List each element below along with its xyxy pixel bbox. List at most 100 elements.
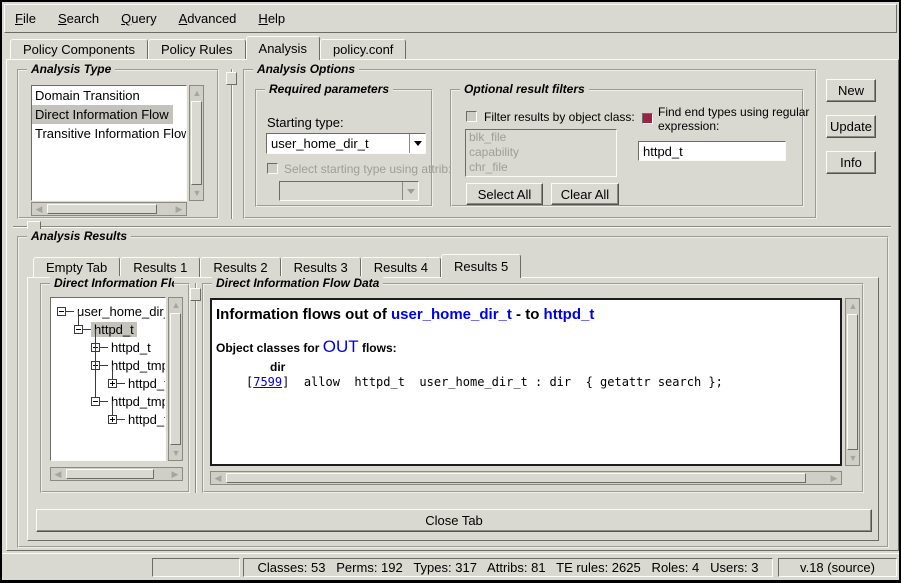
tree-node[interactable]: httpd_t xyxy=(51,338,165,356)
analysis-results-panel: Analysis Results Empty Tab Results 1 Res… xyxy=(17,236,889,548)
list-item[interactable]: Transitive Information Flow xyxy=(32,124,186,143)
clear-all-button[interactable]: Clear All xyxy=(551,183,619,205)
scroll-right-icon[interactable]: ▶ xyxy=(827,471,841,485)
tree-node-label[interactable]: httpd_tmp_t xyxy=(108,358,166,373)
menu-file-mnemonic: F xyxy=(15,11,23,26)
tree-node[interactable]: httpd_tmpfs_t xyxy=(51,392,165,410)
scroll-thumb[interactable] xyxy=(66,469,154,479)
optional-result-filters-title: Optional result filters xyxy=(460,82,589,96)
menu-search[interactable]: Search xyxy=(58,11,99,26)
tree-expander-minus-icon[interactable] xyxy=(91,397,100,406)
update-button[interactable]: Update xyxy=(826,115,876,138)
tree-node-label[interactable]: httpd_t xyxy=(108,340,154,355)
chevron-down-icon xyxy=(414,141,422,146)
object-class-name: dir xyxy=(212,357,840,374)
tab-policy-rules[interactable]: Policy Rules xyxy=(148,39,246,60)
optional-result-filters-panel: Optional result filters Filter results b… xyxy=(450,89,804,207)
tab-results-5[interactable]: Results 5 xyxy=(441,254,521,278)
tab-analysis[interactable]: Analysis xyxy=(246,36,320,60)
classes-suffix: flows: xyxy=(359,341,397,355)
analysis-tab-page: Analysis Type Domain Transition Direct I… xyxy=(6,59,899,551)
scroll-up-icon[interactable]: ▲ xyxy=(846,299,860,313)
list-item[interactable]: Domain Transition xyxy=(32,86,186,105)
tree-expander-plus-icon[interactable] xyxy=(108,379,117,388)
flow-tree[interactable]: user_home_dir_t httpd_t httpd_t httpd_tm… xyxy=(50,297,166,461)
tab-results-3[interactable]: Results 3 xyxy=(281,257,361,278)
pane-sash-vertical[interactable] xyxy=(195,283,197,493)
rule-line: [7599] allow httpd_t user_home_dir_t : d… xyxy=(212,374,840,389)
attrib-checkbox[interactable] xyxy=(267,163,278,174)
scroll-thumb[interactable] xyxy=(847,314,858,450)
tree-node-label[interactable]: httpd_t xyxy=(125,412,166,427)
tree-node[interactable]: httpd_tmp_t xyxy=(51,356,165,374)
tree-connector xyxy=(100,347,108,348)
tree-node[interactable]: httpd_t xyxy=(51,320,165,338)
rule-number-link[interactable]: 7599 xyxy=(253,375,282,389)
object-class-list: blk_file capability chr_file xyxy=(465,129,617,177)
tree-expander-minus-icon[interactable] xyxy=(74,325,83,334)
scroll-up-icon[interactable]: ▲ xyxy=(190,86,204,100)
analysis-type-list[interactable]: Domain Transition Direct Information Flo… xyxy=(31,85,187,201)
tree-node-label[interactable]: user_home_dir_t xyxy=(74,304,166,319)
flow-data-hscrollbar[interactable]: ◀ ▶ xyxy=(210,471,842,485)
scroll-down-icon[interactable]: ▼ xyxy=(846,451,860,465)
tree-connector xyxy=(100,365,108,366)
scroll-right-icon[interactable]: ▶ xyxy=(172,202,186,216)
status-policy-version: v.18 (source) xyxy=(778,558,897,577)
scroll-down-icon[interactable]: ▼ xyxy=(169,446,183,460)
scroll-left-icon[interactable]: ◀ xyxy=(211,471,225,485)
tree-node[interactable]: httpd_t xyxy=(51,410,165,428)
menu-advanced[interactable]: Advanced xyxy=(179,11,237,26)
filter-object-class-checkbox[interactable] xyxy=(466,111,477,122)
select-all-button[interactable]: Select All xyxy=(466,183,543,205)
tab-policy-conf[interactable]: policy.conf xyxy=(320,39,406,60)
tree-expander-plus-icon[interactable] xyxy=(108,415,117,424)
pane-sash-vertical[interactable] xyxy=(231,69,233,219)
scroll-thumb[interactable] xyxy=(47,204,157,214)
menu-query[interactable]: Query xyxy=(121,11,156,26)
tab-empty-tab[interactable]: Empty Tab xyxy=(33,257,120,278)
flow-tree-vscrollbar[interactable]: ▲ ▼ xyxy=(168,297,183,461)
scroll-right-icon[interactable]: ▶ xyxy=(168,467,182,481)
scroll-up-icon[interactable]: ▲ xyxy=(169,298,183,312)
scroll-thumb[interactable] xyxy=(191,101,202,185)
tree-node[interactable]: httpd_t xyxy=(51,374,165,392)
scroll-left-icon[interactable]: ◀ xyxy=(32,202,46,216)
combo-dropdown-button[interactable] xyxy=(409,134,425,153)
tab-results-1[interactable]: Results 1 xyxy=(120,257,200,278)
regex-checkbox[interactable] xyxy=(642,113,653,124)
tree-node-label-selected[interactable]: httpd_t xyxy=(91,322,137,337)
tree-expander-minus-icon[interactable] xyxy=(57,307,66,316)
analysis-type-hscrollbar[interactable]: ◀ ▶ xyxy=(31,202,187,216)
pane-sash-horizontal[interactable] xyxy=(13,226,891,228)
scroll-thumb[interactable] xyxy=(170,313,181,445)
analysis-results-title: Analysis Results xyxy=(27,229,131,243)
menu-file[interactable]: File xyxy=(15,11,36,26)
pane-sash-handle[interactable] xyxy=(226,72,237,85)
regex-input[interactable]: httpd_t xyxy=(638,141,786,161)
flow-data-vscrollbar[interactable]: ▲ ▼ xyxy=(845,298,860,466)
tree-node-label[interactable]: httpd_t xyxy=(125,376,166,391)
starting-type-combobox[interactable]: user_home_dir_t xyxy=(266,133,426,154)
menu-help[interactable]: Help xyxy=(258,11,285,26)
status-policy-stats: Classes: 53 Perms: 192 Types: 317 Attrib… xyxy=(243,558,773,577)
info-button[interactable]: Info xyxy=(826,151,876,174)
scroll-down-icon[interactable]: ▼ xyxy=(190,186,204,200)
tab-results-2[interactable]: Results 2 xyxy=(200,257,280,278)
flow-start-type: user_home_dir_t xyxy=(391,306,512,323)
flow-tree-panel: Direct Information Flow Tree user_home_d… xyxy=(40,283,190,493)
analysis-type-vscrollbar[interactable]: ▲ ▼ xyxy=(189,85,204,201)
tree-node[interactable]: user_home_dir_t xyxy=(51,302,165,320)
flow-data-text[interactable]: Information flows out of user_home_dir_t… xyxy=(210,298,842,466)
tree-node-label[interactable]: httpd_tmpfs_t xyxy=(108,394,166,409)
tab-results-4[interactable]: Results 4 xyxy=(361,257,441,278)
close-tab-button[interactable]: Close Tab xyxy=(36,509,872,532)
menu-bar: File Search Query Advanced Help xyxy=(4,4,897,33)
tab-policy-components[interactable]: Policy Components xyxy=(10,39,148,60)
scroll-thumb[interactable] xyxy=(226,473,806,483)
scroll-left-icon[interactable]: ◀ xyxy=(51,467,65,481)
new-button[interactable]: New xyxy=(826,79,876,102)
flow-tree-hscrollbar[interactable]: ◀ ▶ xyxy=(50,467,183,481)
list-item-selected[interactable]: Direct Information Flow xyxy=(32,105,173,124)
pane-sash-handle[interactable] xyxy=(190,288,201,301)
